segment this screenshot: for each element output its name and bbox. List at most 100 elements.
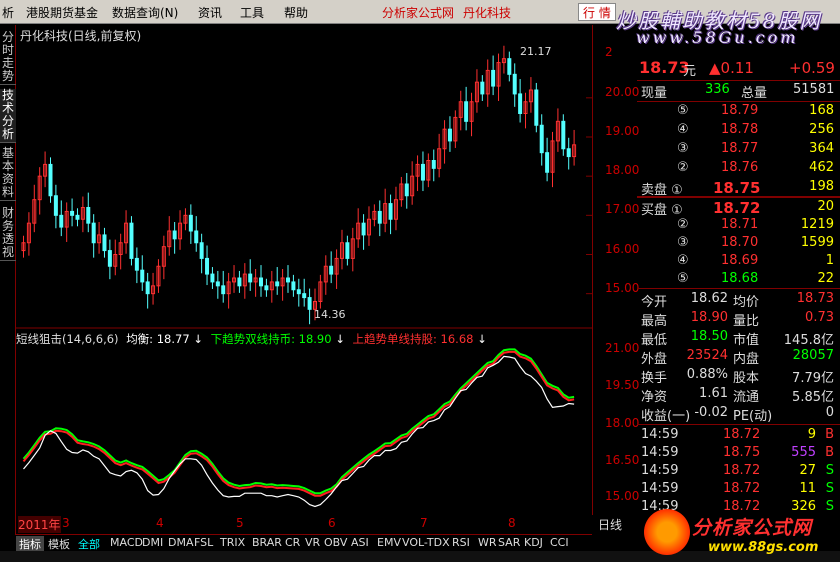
total-vol-label: 总量 [741,86,768,101]
menu-item-news[interactable]: 资讯 [198,4,222,21]
ask-price: 18.77 [721,141,759,156]
sidetab-intraday[interactable]: 分时走势 [0,31,16,85]
tick-price: 18.75 [723,445,761,460]
tick-time: 14:59 [641,463,679,478]
stat-value: 1.61 [699,386,728,401]
tab-sar[interactable]: SAR [498,536,520,549]
volume-row: 现量 336 总量 51581 [637,82,840,101]
tab-dmi[interactable]: DMI [142,536,163,549]
tab-brar[interactable]: BRAR [252,536,282,549]
ask-volume: 168 [809,103,834,118]
stat-value: 0.88% [686,367,728,382]
price-axis: 2 20.00 19.00 18.00 17.00 16.00 15.00 21… [592,25,640,515]
tab-macd[interactable]: MACD [110,536,143,549]
axis-label: 16.00 [605,242,640,256]
tab-rsi[interactable]: RSI [452,536,470,549]
ask-row: ⑤ 18.79 168 [637,103,840,122]
tab-kdj[interactable]: KDJ [524,536,543,549]
candle [534,82,539,133]
time-month: 3 [62,516,70,530]
menu-item-hk-futures[interactable]: 港股期货基金 [26,4,98,21]
sidetab-financials[interactable]: 财务透视 [0,207,16,261]
tab-trix[interactable]: TRIX [220,536,245,549]
stat-row: 今开 18.62 均价 18.73 [637,291,840,310]
quote-mode-badge[interactable]: 行 情 [578,3,616,21]
ask-row: ③ 18.77 364 [637,141,840,160]
bid-level: ⑤ [677,271,689,286]
menu-item-tools[interactable]: 工具 [240,4,264,21]
tab-obv[interactable]: OBV [324,536,347,549]
tick-row: 14:59 18.75 555 B [637,445,840,464]
tick-volume: 11 [799,481,816,496]
time-axis: 2011年 3 4 5 6 7 8 [16,515,592,533]
axis-label: 20.00 [605,85,640,99]
stat-label: 收益(一) [641,409,691,424]
sidetab-fundamentals[interactable]: 基本资料 [0,147,16,201]
ask-price: 18.76 [721,160,759,175]
ad-banner[interactable]: 分析家公式网 www.88gs.com [640,505,840,562]
tab-cr[interactable]: CR [285,536,300,549]
bid-price: 18.72 [713,199,761,217]
bid-level: ④ [677,253,689,268]
stat-value: 23524 [686,348,728,363]
tab-vol-tdx[interactable]: VOL-TDX [402,536,450,549]
tick-row: 14:59 18.72 9 B [637,427,840,446]
tab-cci[interactable]: CCI [550,536,569,549]
total-vol-value: 51581 [793,82,835,97]
tick-side: S [825,481,834,496]
tab-asi[interactable]: ASI [351,536,369,549]
indicator-title: 短线狙击(14,6,6,6) 均衡: 18.77 ↓ 下趋势双线持币: 18.9… [16,332,487,346]
stat-label: 股本 [733,371,760,386]
period-label[interactable]: 日线 [598,516,622,533]
stat-value: 145.8亿 [783,333,834,348]
menu-item-analysis[interactable]: 析 [2,4,14,21]
indicator-down-trend: 下趋势双线持币: 18.90 [210,332,332,346]
axis-label: 19.50 [605,378,640,392]
tick-price: 18.72 [723,463,761,478]
tick-price: 18.72 [723,427,761,442]
stat-label: 换手 [641,371,668,386]
high-price-label: 21.17 [520,45,552,58]
tick-time: 14:59 [641,481,679,496]
tab-emv[interactable]: EMV [377,536,401,549]
ask-volume: 198 [809,179,834,194]
sidetab-technical[interactable]: 技术分析 [0,89,16,143]
ask-price: 18.75 [713,179,761,197]
candle [48,157,53,203]
quote-header: 18.73 元 ▲0.11 +0.59 [637,58,840,80]
tab-fsl[interactable]: FSL [194,536,213,549]
bid-price: 18.71 [721,217,759,232]
ad-logo-icon [644,509,690,555]
tick-side: B [825,427,834,442]
bid-row: ② 18.71 1219 [637,217,840,236]
ask-level: ③ [677,141,689,156]
bid-level: ② [677,217,689,232]
tab-vr[interactable]: VR [305,536,320,549]
menu-item-data-query[interactable]: 数据查询(N) [112,4,178,21]
stat-label: 今开 [641,295,668,310]
tab-wr[interactable]: WR [478,536,497,549]
quote-panel: 18.73 元 ▲0.11 +0.59 现量 336 总量 51581 ⑤ 18… [637,48,840,562]
candlestick-chart[interactable] [16,25,592,515]
tab-dma[interactable]: DMA [168,536,194,549]
menu-item-help[interactable]: 帮助 [284,4,308,21]
now-vol-label: 现量 [641,86,668,101]
tab-template[interactable]: 模板 [48,536,70,552]
tick-volume: 555 [791,445,816,460]
bid-row: ③ 18.70 1599 [637,235,840,254]
bid-volume: 1599 [800,235,834,250]
axis-label: 18.00 [605,163,640,177]
chart-title: 丹化科技(日线,前复权) [20,29,142,43]
stat-row: 最高 18.90 量比 0.73 [637,310,840,329]
tick-volume: 9 [807,427,816,442]
bid-volume: 20 [817,199,834,214]
tab-indicator[interactable]: 指标 [16,536,44,552]
price-change: ▲0.11 [709,59,754,77]
axis-label: 21.00 [605,341,640,355]
stat-value: 18.50 [690,329,728,344]
watermark-logo: 炒股輔助教材58股网 www.58Gu.com [616,5,840,47]
stat-label: 市值 [733,333,760,348]
bid-price: 18.69 [721,253,759,268]
tab-all[interactable]: 全部 [78,536,100,552]
chart-area[interactable]: 丹化科技(日线,前复权) 21.17 14.36 短线狙击(14,6,6,6) … [16,25,592,515]
